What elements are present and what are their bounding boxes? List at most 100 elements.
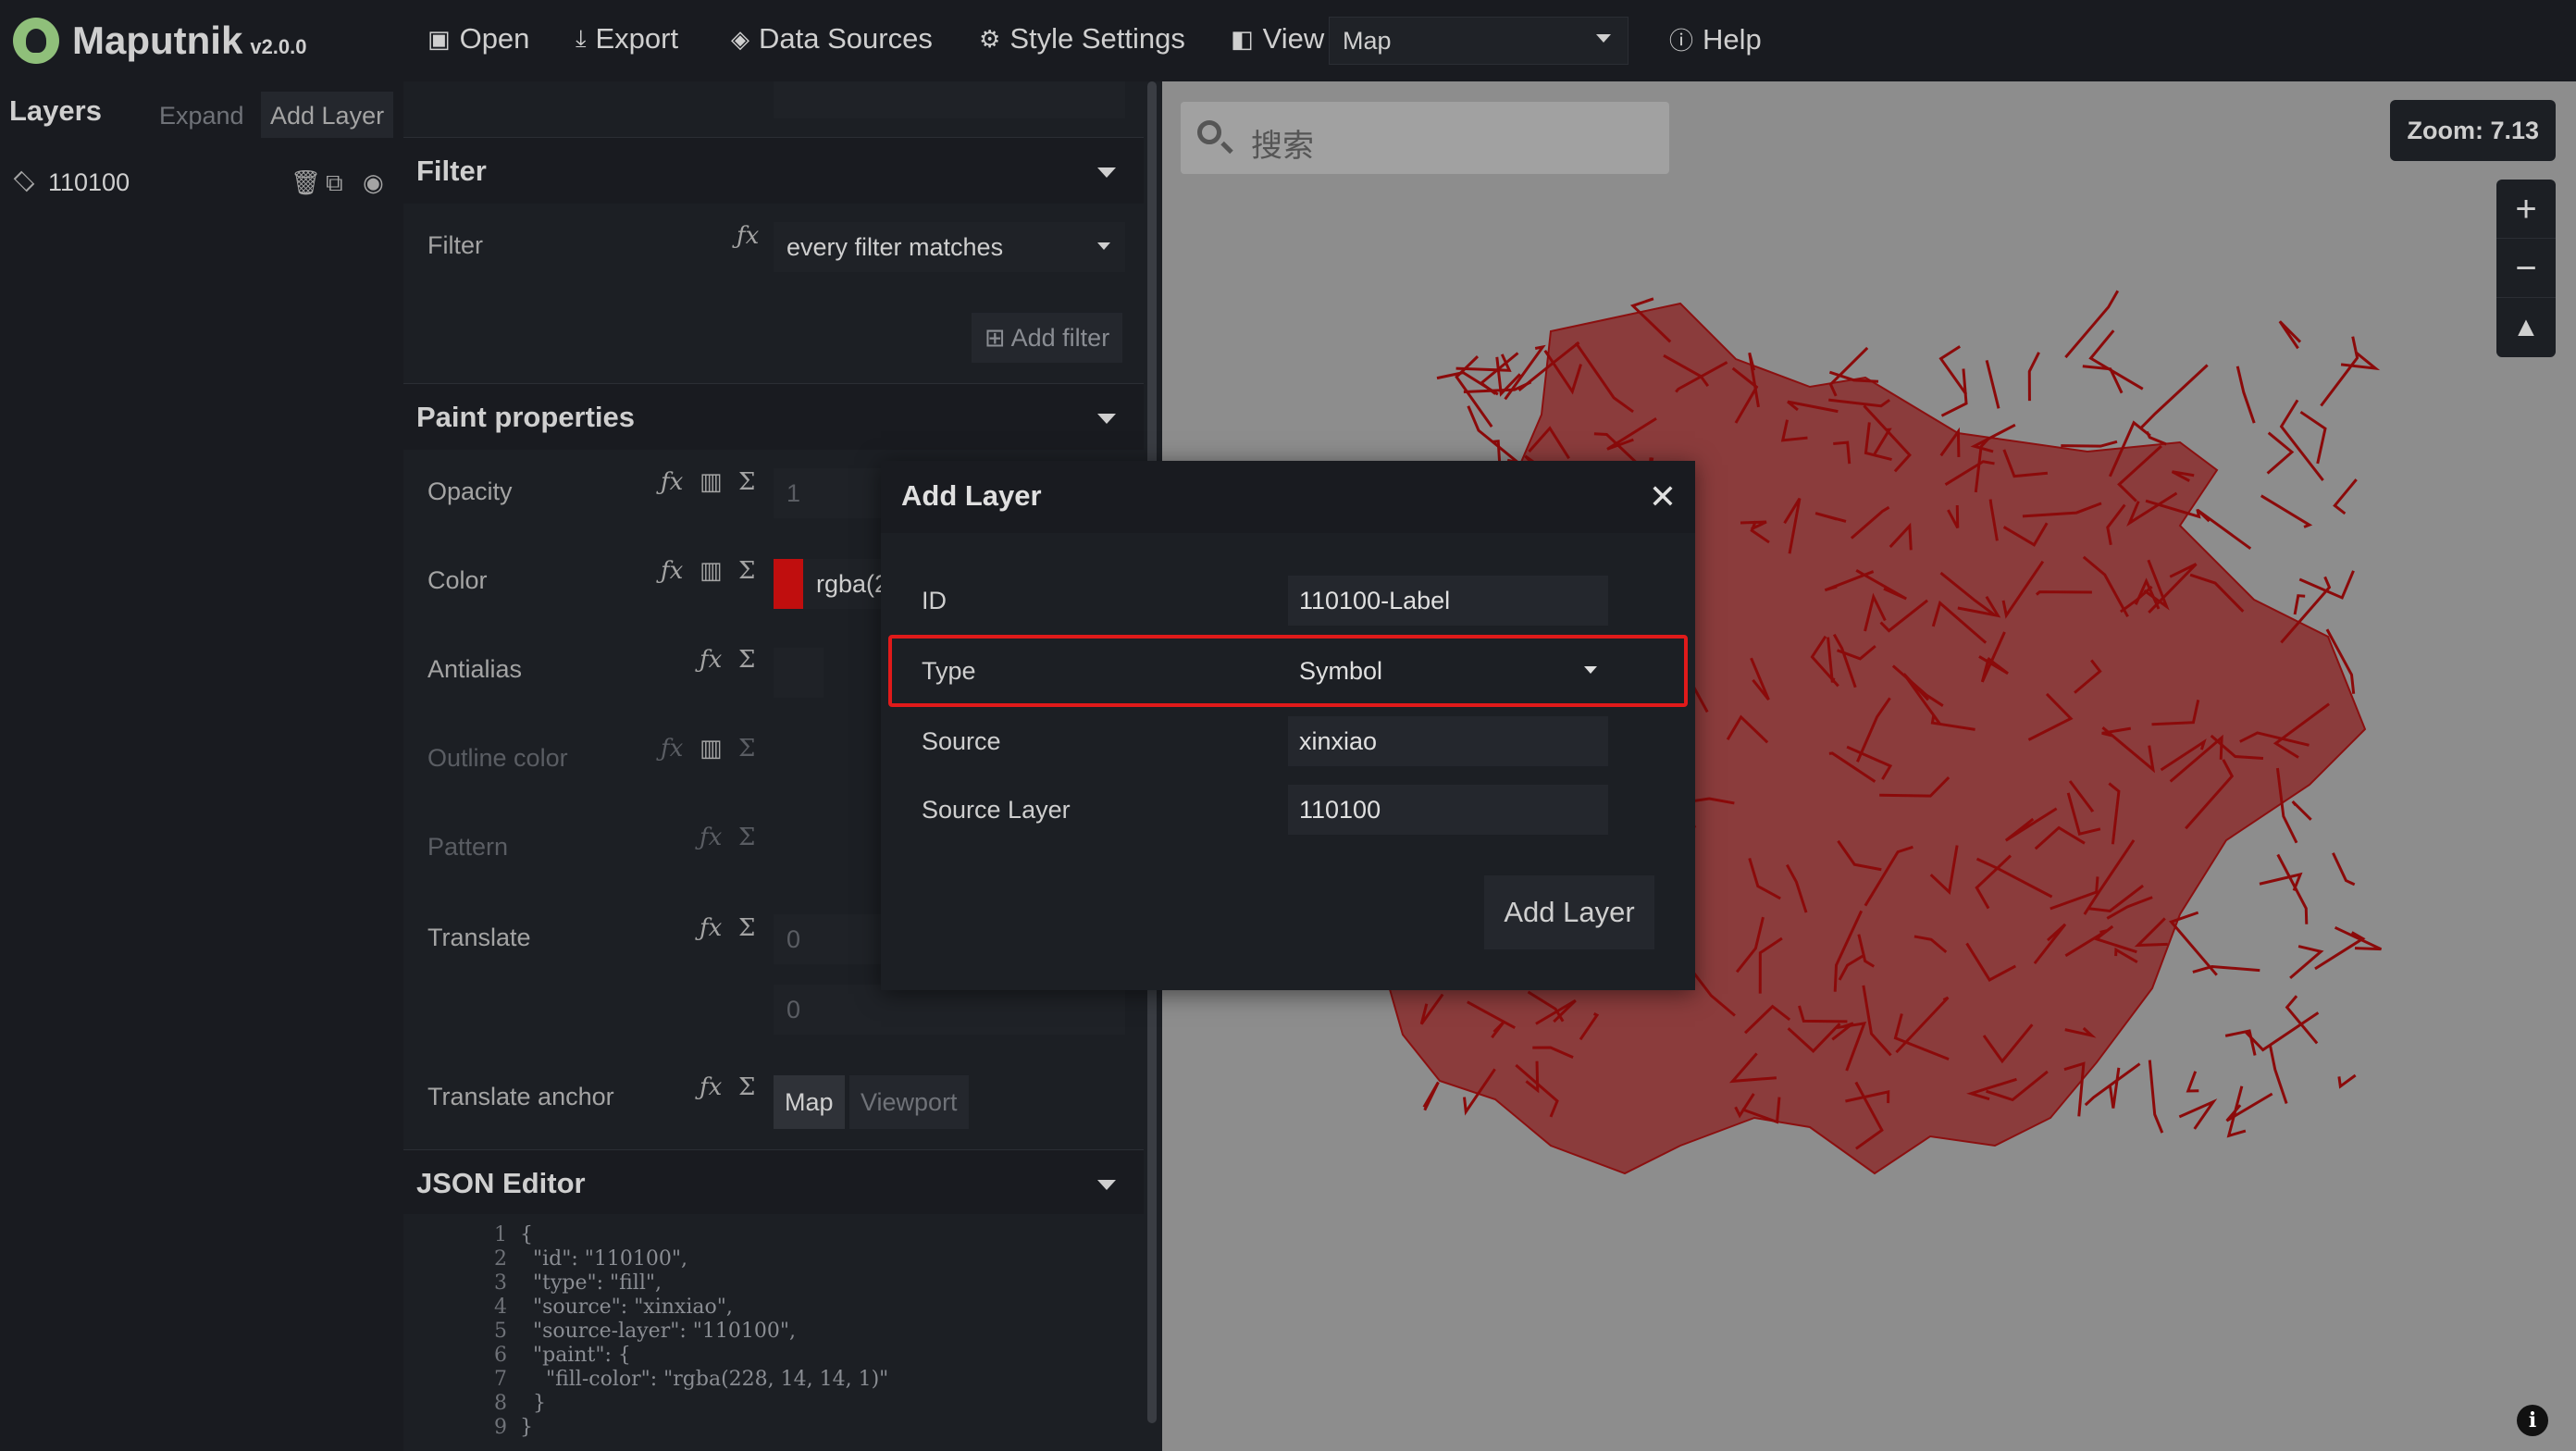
json-line: 8 } bbox=[494, 1392, 546, 1415]
function-icon[interactable]: ƒx bbox=[700, 914, 722, 942]
antialias-label: Antialias bbox=[427, 655, 523, 683]
function-icon[interactable]: ƒx bbox=[661, 468, 683, 496]
zoom-out-icon[interactable]: − bbox=[2496, 239, 2556, 298]
color-label: Color bbox=[427, 566, 488, 594]
chevron-down-icon bbox=[1097, 1180, 1116, 1190]
road-line bbox=[1467, 405, 1522, 466]
expand-button[interactable]: Expand bbox=[159, 102, 244, 130]
road-line bbox=[2235, 366, 2256, 424]
sigma-icon[interactable]: Σ bbox=[738, 914, 755, 942]
road-line bbox=[2178, 1098, 2218, 1130]
app-title: Maputnik bbox=[72, 19, 243, 62]
road-line bbox=[2225, 1092, 2273, 1122]
add-filter-button[interactable]: ⊞ Add filter bbox=[972, 313, 1123, 363]
road-line bbox=[2337, 1073, 2357, 1089]
map-search[interactable]: 搜索 bbox=[1181, 102, 1669, 174]
json-section-title: JSON Editor bbox=[416, 1167, 586, 1199]
zoom-in-icon[interactable]: + bbox=[2496, 180, 2556, 239]
layers-panel-header: Layers Expand Add Layer bbox=[0, 81, 403, 141]
type-select-value: Symbol bbox=[1299, 657, 1383, 685]
add-layer-submit-button[interactable]: Add Layer bbox=[1484, 875, 1654, 949]
json-line: 3 "type": "fill", bbox=[494, 1271, 662, 1295]
road-line bbox=[2289, 945, 2324, 979]
source-input[interactable]: xinxiao bbox=[1288, 716, 1608, 766]
json-line: 4 "source": "xinxiao", bbox=[494, 1296, 733, 1319]
color-swatch[interactable] bbox=[774, 559, 803, 609]
search-icon bbox=[1197, 120, 1221, 144]
json-line: 9} bbox=[494, 1416, 533, 1439]
road-line bbox=[2285, 995, 2319, 1045]
add-filter-icon: ⊞ bbox=[985, 324, 1011, 352]
data-driven-icon[interactable]: ▥ bbox=[700, 468, 723, 496]
function-icon[interactable]: ƒx bbox=[700, 646, 722, 674]
open-label: Open bbox=[459, 22, 530, 55]
sigma-icon[interactable]: Σ bbox=[738, 1073, 755, 1101]
map-navigation-control: + − ▲ bbox=[2496, 180, 2556, 357]
export-label: Export bbox=[595, 22, 679, 55]
close-icon[interactable]: ✕ bbox=[1649, 477, 1677, 516]
open-button[interactable]: ▣ Open bbox=[427, 22, 529, 56]
road-line bbox=[2108, 1067, 2121, 1109]
help-icon: ⓘ bbox=[1669, 27, 1694, 55]
sigma-icon[interactable]: Σ bbox=[738, 557, 755, 585]
road-line bbox=[2192, 964, 2260, 974]
layer-item[interactable]: 110100 🗑 ⧉ ◉ bbox=[0, 161, 403, 205]
sigma-icon[interactable]: Σ bbox=[738, 646, 755, 674]
function-icon[interactable]: ƒx bbox=[661, 557, 683, 585]
road-line bbox=[2320, 336, 2359, 407]
road-line bbox=[2333, 478, 2358, 515]
paint-section-header[interactable]: Paint properties bbox=[403, 383, 1144, 450]
road-line bbox=[2276, 853, 2309, 924]
chevron-down-icon bbox=[1097, 414, 1116, 424]
type-select[interactable]: Symbol bbox=[1288, 646, 1608, 696]
comment-textarea[interactable] bbox=[774, 81, 1125, 118]
opacity-label: Opacity bbox=[427, 477, 513, 505]
style-settings-label: Style Settings bbox=[1009, 22, 1185, 55]
anchor-map-button[interactable]: Map bbox=[774, 1075, 845, 1129]
source-layer-input[interactable]: 110100 bbox=[1288, 785, 1608, 835]
road-line bbox=[2082, 365, 2124, 394]
data-sources-label: Data Sources bbox=[759, 22, 933, 55]
filter-section-header[interactable]: Filter bbox=[403, 137, 1144, 204]
translate-anchor-label: Translate anchor bbox=[427, 1083, 614, 1110]
function-icon[interactable]: ƒx bbox=[700, 1073, 722, 1101]
top-toolbar: Maputnik v2.0.0 ▣ Open ⤓ Export ◈ Data S… bbox=[0, 0, 2576, 81]
translate-label: Translate bbox=[427, 924, 531, 951]
road-line bbox=[2186, 1071, 2199, 1093]
antialias-checkbox[interactable] bbox=[774, 648, 824, 698]
json-editor[interactable]: 1{ 2 "id": "110100", 3 "type": "fill", 4… bbox=[403, 1214, 1144, 1451]
road-line bbox=[2291, 800, 2312, 821]
data-sources-button[interactable]: ◈ Data Sources bbox=[731, 22, 933, 56]
open-icon: ▣ bbox=[427, 24, 451, 53]
data-driven-icon[interactable]: ▥ bbox=[700, 735, 723, 763]
source-layer-value: 110100 bbox=[1299, 796, 1381, 824]
id-input[interactable]: 110100-Label bbox=[1288, 576, 1608, 626]
style-settings-button[interactable]: ⚙ Style Settings bbox=[979, 22, 1185, 56]
view-label: View bbox=[1262, 22, 1325, 55]
translate-y-input[interactable]: 0 bbox=[774, 985, 1125, 1035]
delete-icon[interactable]: 🗑 bbox=[291, 168, 321, 197]
view-select-value: Map bbox=[1343, 27, 1392, 55]
duplicate-icon[interactable]: ⧉ bbox=[326, 168, 343, 198]
help-button[interactable]: ⓘ Help bbox=[1669, 22, 1762, 56]
sigma-icon[interactable]: Σ bbox=[738, 468, 755, 496]
visibility-icon[interactable]: ◉ bbox=[363, 168, 384, 197]
function-icon[interactable]: ƒx bbox=[737, 222, 759, 250]
sigma-icon: Σ bbox=[738, 824, 756, 851]
export-button[interactable]: ⤓ Export bbox=[576, 22, 678, 56]
data-driven-icon[interactable]: ▥ bbox=[700, 557, 723, 585]
anchor-viewport-button[interactable]: Viewport bbox=[849, 1075, 969, 1129]
view-select[interactable]: Map bbox=[1329, 17, 1629, 65]
filter-select[interactable]: every filter matches bbox=[774, 222, 1125, 272]
add-layer-button[interactable]: Add Layer bbox=[261, 92, 394, 138]
chevron-down-icon bbox=[1584, 666, 1597, 674]
add-layer-modal: Add Layer ✕ ID 110100-Label Type Symbol … bbox=[881, 461, 1695, 990]
layer-name: 110100 bbox=[48, 168, 130, 196]
view-button[interactable]: ◧ View bbox=[1231, 22, 1324, 56]
layers-title: Layers bbox=[9, 94, 102, 127]
compass-icon[interactable]: ▲ bbox=[2496, 298, 2556, 357]
info-icon[interactable]: i bbox=[2517, 1405, 2548, 1436]
translate-y-value: 0 bbox=[786, 996, 801, 1023]
json-line: 6 "paint": { bbox=[494, 1344, 631, 1367]
json-section-header[interactable]: JSON Editor bbox=[403, 1149, 1144, 1216]
